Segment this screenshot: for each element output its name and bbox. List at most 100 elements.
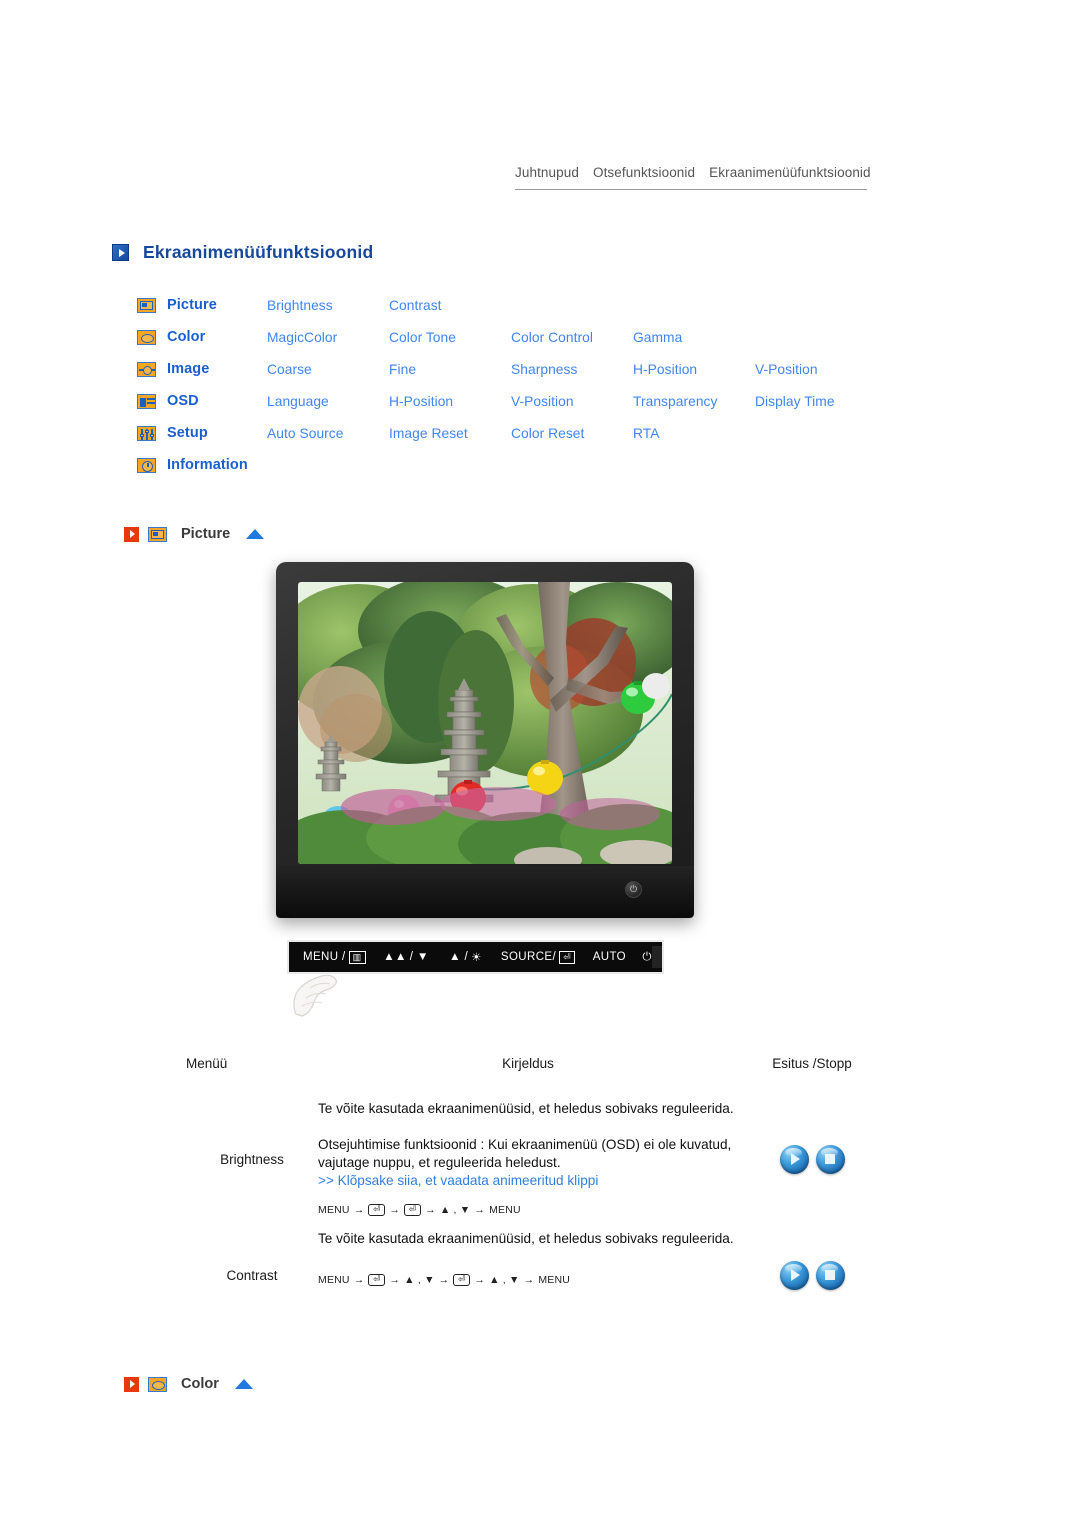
image-icon (137, 361, 156, 377)
menu-category-color[interactable]: Color (167, 329, 267, 345)
menu-category-picture[interactable]: Picture (167, 297, 267, 313)
menu-category-image[interactable]: Image (167, 361, 267, 377)
section-header-color: Color (124, 1376, 253, 1392)
menu-link-color-reset[interactable]: Color Reset (511, 426, 633, 441)
enter-key-icon: ⏎ (368, 1273, 386, 1286)
menu-link-h-position[interactable]: H-Position (633, 362, 755, 377)
osd-functions-page: Juhtnupud Otsefunktsioonid Ekraanimenüüf… (0, 0, 1080, 1527)
menu-map: Picture Brightness Contrast Color MagicC… (137, 289, 877, 481)
key-sequence-brightness: MENU → ⏎ → ⏎ → ▲ , ▼ → MENU (318, 1203, 521, 1216)
table-row: Brightness Te võite kasutada ekraanimenü… (186, 1100, 886, 1218)
monitor-bezel-bottom: ⏻ (276, 866, 694, 918)
breadcrumb-item-direct[interactable]: Otsefunktsioonid (593, 165, 695, 180)
play-button[interactable] (779, 1144, 809, 1174)
down-magicbright-button[interactable]: ▲▲ / ▼ (383, 951, 429, 963)
stop-button[interactable] (815, 1260, 845, 1290)
section-header-picture: Picture (124, 526, 265, 542)
information-icon (137, 457, 156, 473)
section-title-picture: Picture (181, 526, 231, 542)
color-icon (137, 329, 156, 345)
row-play-stop-brightness (738, 1100, 886, 1218)
osd-description-table: Menüü Kirjeldus Esitus /Stopp Brightness… (186, 1056, 886, 1320)
menu-link-magiccolor[interactable]: MagicColor (267, 330, 389, 345)
key-sequence-contrast: MENU → ⏎ → ▲ , ▼ → ⏎ → ▲ , ▼ → MENU (318, 1273, 571, 1286)
animated-clip-link[interactable]: >> Klõpsake siia, et vaadata animeeritud… (318, 1172, 738, 1190)
menu-map-row-information: Information (137, 449, 877, 481)
menu-link-auto-source[interactable]: Auto Source (267, 426, 389, 441)
menu-link-v-position[interactable]: V-Position (755, 362, 877, 377)
setup-icon (137, 425, 156, 441)
stop-button[interactable] (815, 1144, 845, 1174)
menu-link-gamma[interactable]: Gamma (633, 330, 755, 345)
menu-map-row-picture: Picture Brightness Contrast (137, 289, 877, 321)
menu-link-color-control[interactable]: Color Control (511, 330, 633, 345)
row-description-contrast: Te võite kasutada ekraanimenüüsid, et he… (318, 1230, 738, 1286)
color-icon (148, 1376, 167, 1392)
updown-arrow-icon: ▲ , ▼ (489, 1273, 520, 1286)
play-button[interactable] (779, 1260, 809, 1290)
enter-key-icon: ⏎ (559, 950, 576, 964)
menu-link-coarse[interactable]: Coarse (267, 362, 389, 377)
section-play-icon (124, 1376, 139, 1392)
menu-map-row-image: Image Coarse Fine Sharpness H-Position V… (137, 353, 877, 385)
updown-arrow-icon: ▲ , ▼ (404, 1273, 435, 1286)
table-header-row: Menüü Kirjeldus Esitus /Stopp (186, 1056, 886, 1100)
column-header-play: Esitus /Stopp (772, 1056, 852, 1071)
menu-bars-icon: ▥ (348, 950, 366, 964)
magicbright-icon: ▲▲ (383, 951, 407, 963)
power-led-icon: ⏻ (625, 881, 642, 898)
description-text: Te võite kasutada ekraanimenüüsid, et he… (318, 1231, 734, 1246)
menu-map-row-color: Color MagicColor Color Tone Color Contro… (137, 321, 877, 353)
menu-link-contrast[interactable]: Contrast (389, 298, 511, 313)
menu-link-language[interactable]: Language (267, 394, 389, 409)
menu-category-osd[interactable]: OSD (167, 393, 267, 409)
menu-link-fine[interactable]: Fine (389, 362, 511, 377)
row-play-stop-contrast (738, 1230, 886, 1320)
row-label-brightness: Brightness (220, 1151, 284, 1167)
enter-key-icon: ⏎ (404, 1203, 422, 1216)
table-row: Contrast Te võite kasutada ekraanimenüüs… (186, 1230, 886, 1320)
collapse-up-arrow-icon[interactable] (246, 529, 265, 539)
menu-link-transparency[interactable]: Transparency (633, 394, 755, 409)
section-play-icon (124, 526, 139, 542)
menu-link-brightness[interactable]: Brightness (267, 298, 389, 313)
monitor-illustration: ⏻ (276, 562, 694, 918)
row-label-contrast: Contrast (226, 1267, 278, 1283)
page-title-text: Ekraanimenüüfunktsioonid (143, 242, 374, 262)
page-title: Ekraanimenüüfunktsioonid (112, 242, 373, 263)
enter-key-icon: ⏎ (368, 1203, 386, 1216)
menu-map-row-setup: Setup Auto Source Image Reset Color Rese… (137, 417, 877, 449)
up-brightness-button[interactable]: ▲ / ☀ (449, 950, 482, 964)
play-bullet-icon (112, 244, 129, 261)
menu-link-color-tone[interactable]: Color Tone (389, 330, 511, 345)
monitor-screen (298, 582, 672, 864)
breadcrumb-item-osd[interactable]: Ekraanimenüüfunktsioonid (709, 165, 871, 180)
menu-link-display-time[interactable]: Display Time (755, 394, 877, 409)
osd-icon (137, 393, 156, 409)
hand-pointer-illustration (293, 974, 337, 1017)
control-bar-endcap (651, 946, 663, 968)
menu-link-sharpness[interactable]: Sharpness (511, 362, 633, 377)
row-description-brightness: Te võite kasutada ekraanimenüüsid, et he… (318, 1100, 738, 1216)
updown-arrow-icon: ▲ , ▼ (439, 1203, 471, 1216)
menu-button[interactable]: MENU / ▥ (303, 950, 366, 964)
description-text: Otsejuhtimise funktsioonid : Kui ekraani… (318, 1136, 732, 1170)
section-title-color: Color (181, 1376, 219, 1392)
collapse-up-arrow-icon[interactable] (234, 1379, 253, 1389)
enter-key-icon: ⏎ (453, 1273, 471, 1286)
source-enter-button[interactable]: SOURCE/ ⏎ (501, 950, 576, 964)
menu-link-rta[interactable]: RTA (633, 426, 755, 441)
power-button-icon[interactable]: ⏻ (642, 951, 652, 964)
breadcrumb-item-controls[interactable]: Juhtnupud (515, 165, 579, 180)
menu-category-setup[interactable]: Setup (167, 425, 267, 441)
menu-category-information[interactable]: Information (167, 457, 267, 473)
menu-map-row-osd: OSD Language H-Position V-Position Trans… (137, 385, 877, 417)
column-header-menu: Menüü (186, 1056, 228, 1071)
menu-link-image-reset[interactable]: Image Reset (389, 426, 511, 441)
menu-link-osd-v-position[interactable]: V-Position (511, 394, 633, 409)
menu-link-osd-h-position[interactable]: H-Position (389, 394, 511, 409)
brightness-sun-icon: ☀ (471, 952, 482, 964)
auto-button[interactable]: AUTO (593, 951, 626, 963)
description-text: Te võite kasutada ekraanimenüüsid, et he… (318, 1101, 734, 1116)
breadcrumb: Juhtnupud Otsefunktsioonid Ekraanimenüüf… (515, 165, 871, 190)
